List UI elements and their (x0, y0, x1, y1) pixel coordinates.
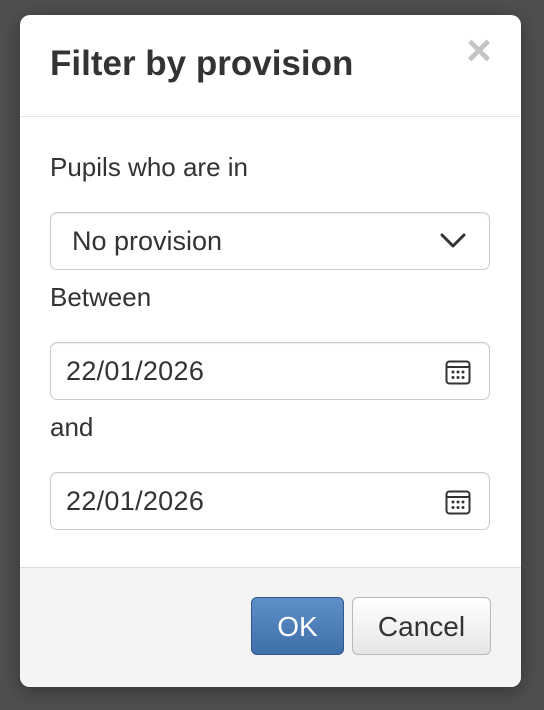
calendar-icon[interactable] (445, 489, 471, 515)
dialog-footer: OK Cancel (20, 567, 521, 687)
ok-button[interactable]: OK (251, 597, 344, 655)
between-label: Between (50, 282, 152, 312)
dialog-title: Filter by provision (50, 44, 354, 83)
provision-select-value: No provision (72, 226, 223, 256)
start-date-input[interactable]: 22/01/2026 (50, 342, 490, 400)
chevron-down-icon (440, 233, 466, 248)
cancel-button[interactable]: Cancel (352, 597, 491, 655)
calendar-icon[interactable] (445, 359, 471, 385)
end-date-value: 22/01/2026 (66, 486, 205, 516)
close-icon[interactable]: × (465, 29, 493, 73)
end-date-input[interactable]: 22/01/2026 (50, 472, 490, 530)
and-label: and (50, 412, 94, 442)
filter-dialog: Filter by provision × Pupils who are in … (20, 15, 521, 687)
dialog-header: Filter by provision × (20, 15, 521, 117)
provision-select[interactable]: No provision (50, 212, 490, 270)
start-date-value: 22/01/2026 (66, 356, 205, 386)
pupils-label: Pupils who are in (50, 152, 248, 182)
